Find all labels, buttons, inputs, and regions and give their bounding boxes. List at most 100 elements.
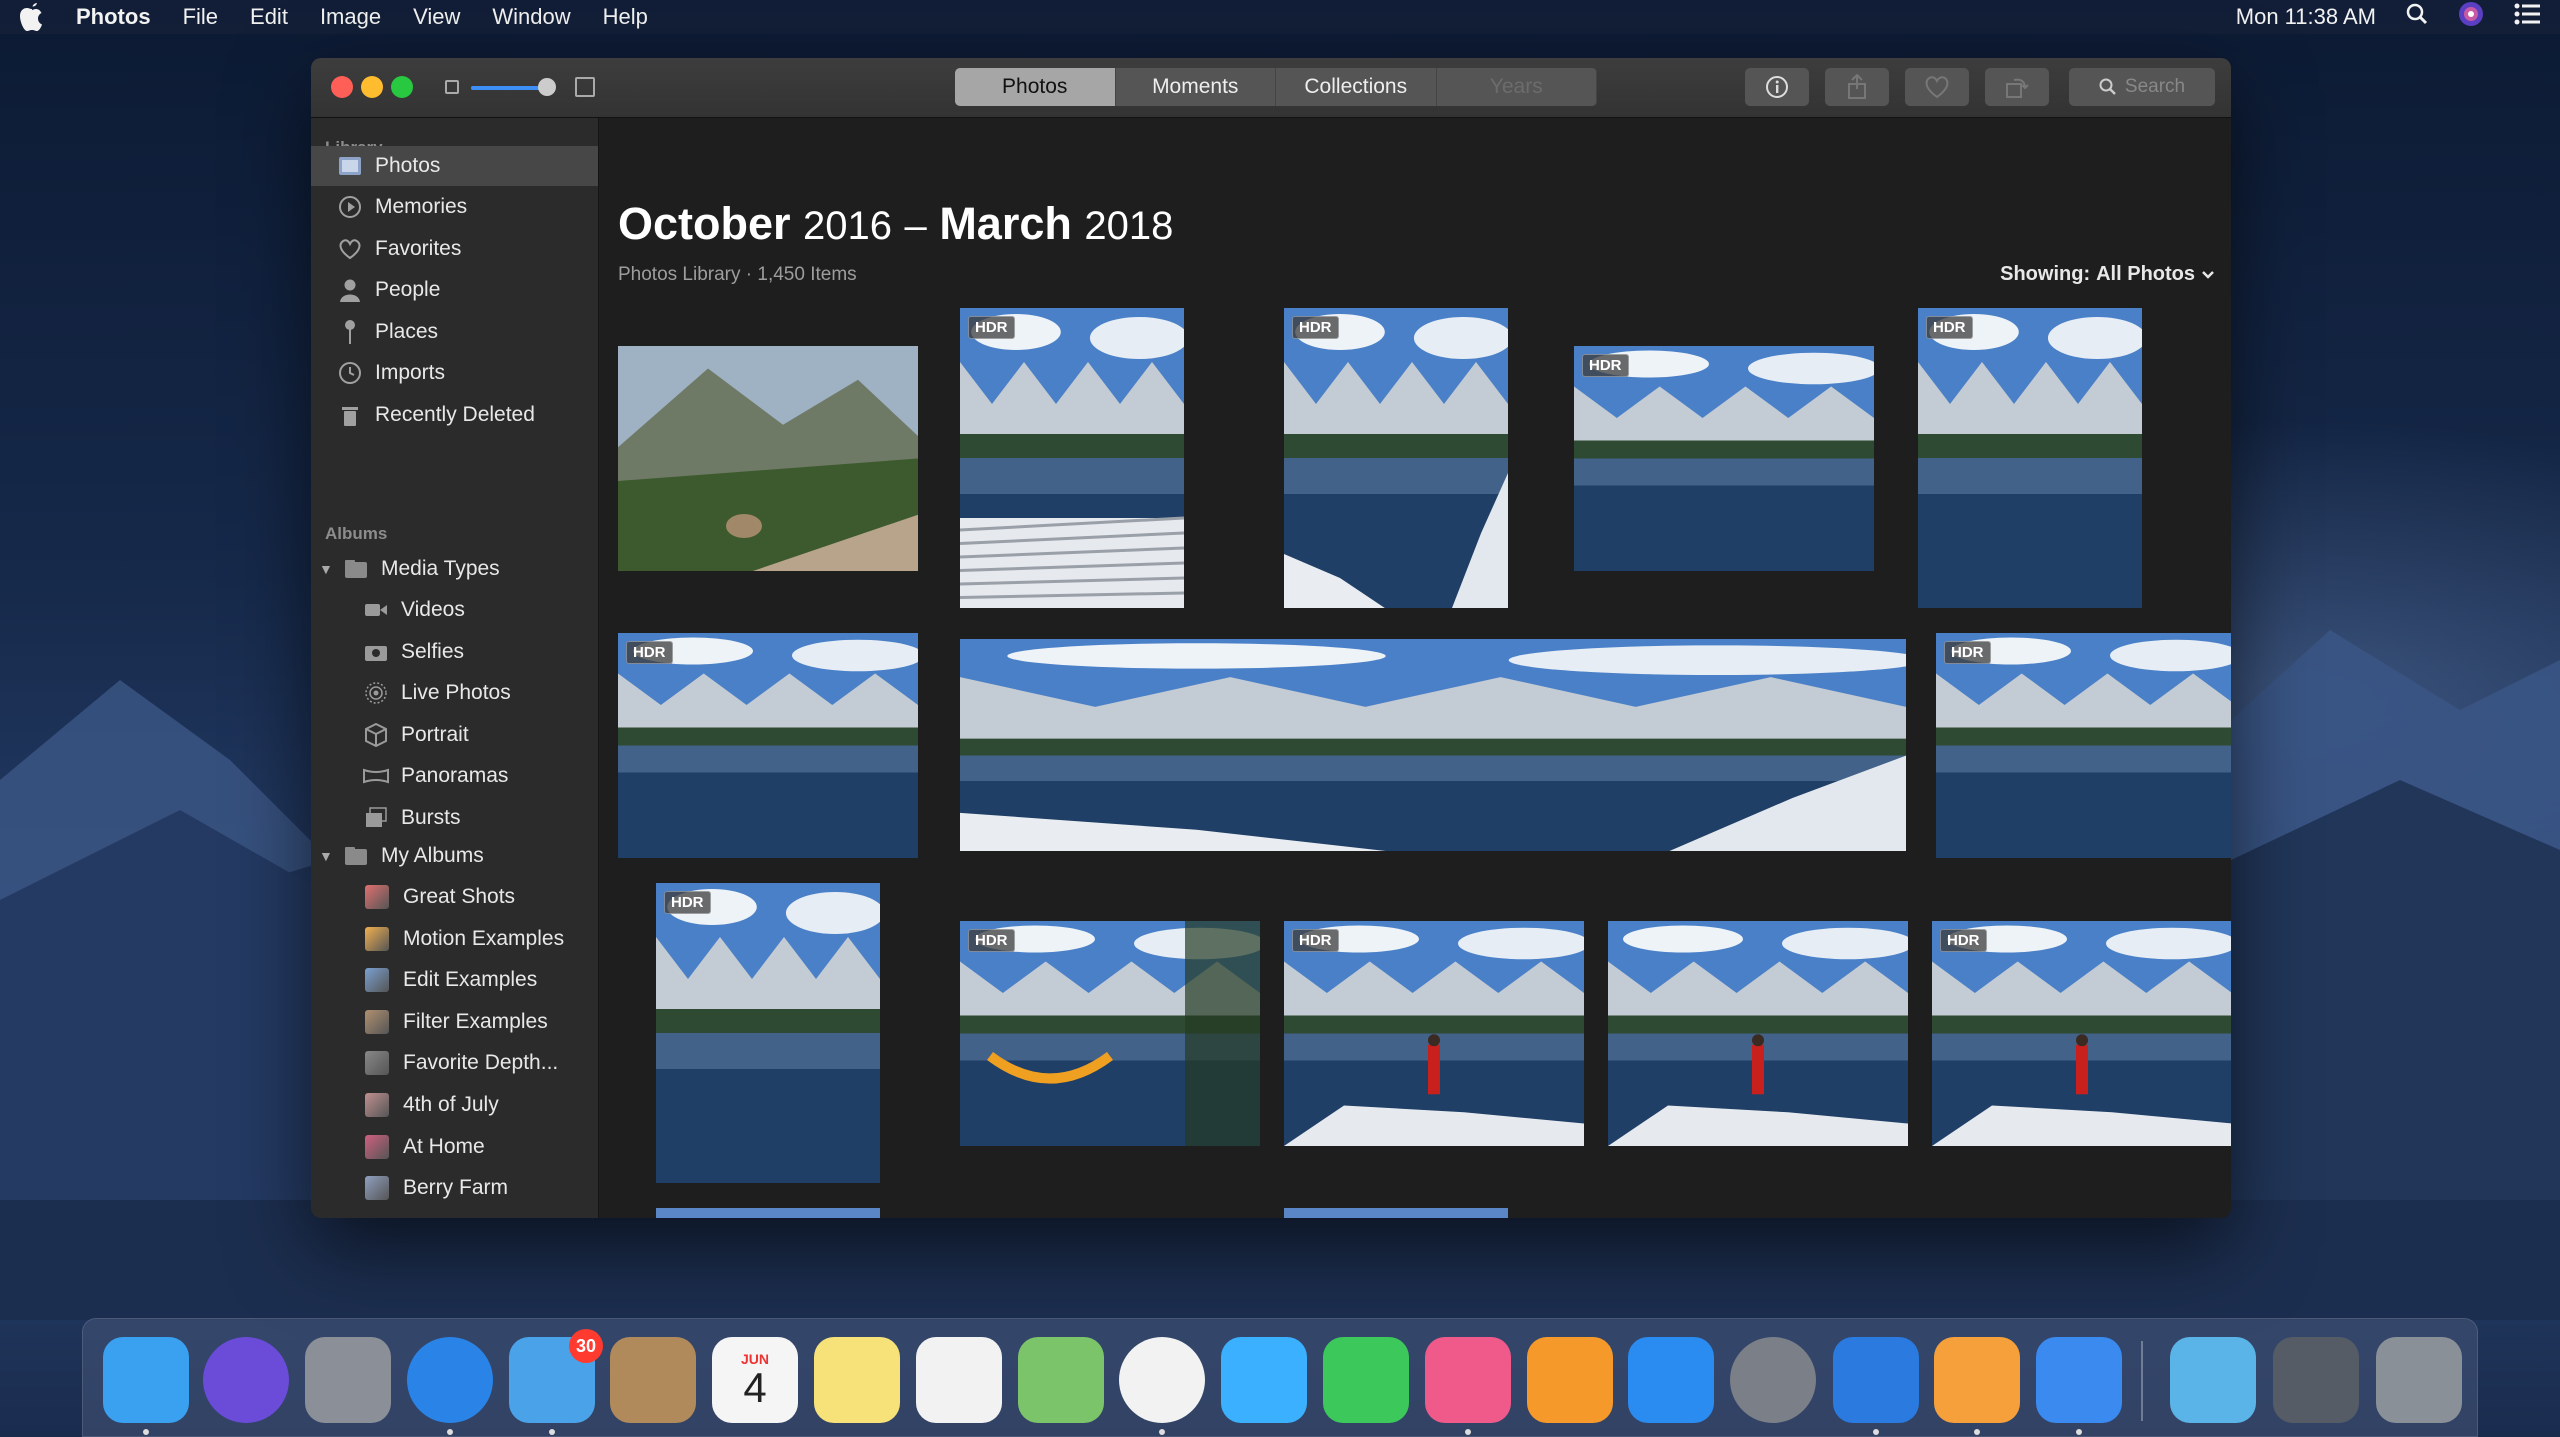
sidebar-item-videos[interactable]: Videos — [311, 590, 598, 630]
sidebar-album-edit-examples[interactable]: Edit Examples — [311, 960, 598, 1000]
sidebar-item-favorites[interactable]: Favorites — [311, 229, 598, 269]
photo-lake-wide-1[interactable]: HDR — [1574, 346, 1874, 571]
photo-person-red-3[interactable]: HDR — [1932, 921, 2231, 1146]
photo-hammock[interactable]: HDR — [960, 921, 1260, 1146]
dock-app-store-icon[interactable] — [1628, 1337, 1714, 1423]
sidebar-album-berry-farm[interactable]: Berry Farm — [311, 1168, 598, 1208]
dock-maps-icon[interactable] — [1018, 1337, 1104, 1423]
search-field[interactable]: Search — [2069, 68, 2215, 106]
sidebar-album-great-shots[interactable]: Great Shots — [311, 877, 598, 917]
sidebar-item-memories[interactable]: Memories — [311, 187, 598, 227]
tab-photos[interactable]: Photos — [955, 68, 1116, 106]
photo-lake-wide-3[interactable]: HDR — [1936, 633, 2231, 858]
dock-xcode-icon[interactable] — [2036, 1337, 2122, 1423]
menu-image[interactable]: Image — [320, 4, 381, 30]
sidebar-item-label: People — [375, 278, 441, 301]
apple-menu-icon[interactable] — [20, 2, 50, 32]
menu-view[interactable]: View — [413, 4, 460, 30]
dock-facetime-icon[interactable] — [1323, 1337, 1409, 1423]
sidebar-item-media-types[interactable]: ▼ Media Types — [311, 549, 598, 589]
menu-edit[interactable]: Edit — [250, 4, 288, 30]
cube-icon — [363, 722, 389, 748]
photo-sky-1[interactable] — [656, 1208, 880, 1218]
dock-safari-icon[interactable] — [407, 1337, 493, 1423]
minimize-button[interactable] — [361, 76, 383, 98]
menu-help[interactable]: Help — [603, 4, 648, 30]
zoom-out-icon[interactable] — [445, 80, 459, 94]
dock-ibooks-icon[interactable] — [1527, 1337, 1613, 1423]
sidebar-item-panoramas[interactable]: Panoramas — [311, 756, 598, 796]
disclosure-triangle-icon[interactable]: ▼ — [319, 848, 335, 864]
rotate-button[interactable] — [1985, 68, 2049, 106]
sidebar-item-my-albums[interactable]: ▼ My Albums — [311, 836, 598, 876]
showing-filter[interactable]: Showing: All Photos — [2000, 263, 2215, 286]
dock-messages-icon[interactable] — [1221, 1337, 1307, 1423]
sidebar-album-motion-examples[interactable]: Motion Examples — [311, 919, 598, 959]
title-end-month: March — [939, 198, 1072, 249]
dock-pages-icon[interactable] — [1934, 1337, 2020, 1423]
sidebar-album-4th-of-july[interactable]: 4th of July — [311, 1085, 598, 1125]
dock: 30 JUN 4 — [82, 1318, 2478, 1437]
zoom-in-icon[interactable] — [575, 77, 595, 97]
dock-system-preferences-icon[interactable] — [1730, 1337, 1816, 1423]
tab-collections[interactable]: Collections — [1276, 68, 1437, 106]
siri-icon[interactable] — [2458, 1, 2484, 33]
fullscreen-button[interactable] — [391, 76, 413, 98]
disclosure-triangle-icon[interactable]: ▼ — [319, 561, 335, 577]
clock-icon — [337, 360, 363, 386]
sidebar-album-favorite-depth[interactable]: Favorite Depth... — [311, 1043, 598, 1083]
photo-deer-valley[interactable] — [618, 346, 918, 571]
dock-finder-icon[interactable] — [103, 1337, 189, 1423]
sidebar-item-selfies[interactable]: Selfies — [311, 632, 598, 672]
notification-center-icon[interactable] — [2514, 3, 2540, 31]
photo-grid-view: October 2016 – March 2018 Photos Library… — [600, 118, 2231, 1218]
menu-app-name[interactable]: Photos — [76, 4, 151, 30]
tab-moments[interactable]: Moments — [1116, 68, 1276, 106]
photo-sky-3[interactable] — [1284, 1208, 1508, 1218]
dock-launchpad-icon[interactable] — [305, 1337, 391, 1423]
sidebar-item-photos[interactable]: Photos — [311, 146, 598, 186]
sidebar-album-coast-trip[interactable]: Coast Trip — [311, 1210, 598, 1218]
photo-lake-wide-2[interactable]: HDR — [618, 633, 918, 858]
tab-years[interactable]: Years — [1437, 68, 1597, 106]
sidebar-item-bursts[interactable]: Bursts — [311, 798, 598, 838]
photo-lake-logs[interactable]: HDR — [960, 308, 1184, 608]
close-button[interactable] — [331, 76, 353, 98]
sidebar-item-live-photos[interactable]: Live Photos — [311, 673, 598, 713]
dock-stack-icon[interactable] — [2273, 1337, 2359, 1423]
dock-itunes-icon[interactable] — [1425, 1337, 1511, 1423]
menu-window[interactable]: Window — [492, 4, 570, 30]
dock-calendar-icon[interactable]: JUN 4 — [712, 1337, 798, 1423]
photo-lake-tall-2[interactable]: HDR — [656, 883, 880, 1183]
zoom-slider-knob[interactable] — [538, 78, 556, 96]
photo-lake-tall-1[interactable]: HDR — [1918, 308, 2142, 608]
dock-notes-icon[interactable] — [814, 1337, 900, 1423]
sidebar-item-people[interactable]: People — [311, 270, 598, 310]
photo-person-red-2[interactable] — [1608, 921, 1908, 1146]
sidebar-item-imports[interactable]: Imports — [311, 353, 598, 393]
share-button[interactable] — [1825, 68, 1889, 106]
clock[interactable]: Mon 11:38 AM — [2236, 4, 2376, 30]
sidebar-album-filter-examples[interactable]: Filter Examples — [311, 1002, 598, 1042]
sidebar-album-at-home[interactable]: At Home — [311, 1127, 598, 1167]
dock-mail-icon[interactable]: 30 — [509, 1329, 603, 1423]
menu-file[interactable]: File — [183, 4, 218, 30]
favorite-button[interactable] — [1905, 68, 1969, 106]
dock-trash-icon[interactable] — [2376, 1337, 2462, 1423]
spotlight-icon[interactable] — [2406, 3, 2428, 31]
dock-contacts-icon[interactable] — [610, 1337, 696, 1423]
dock-reminders-icon[interactable] — [916, 1337, 1002, 1423]
dock-downloads-icon[interactable] — [2170, 1337, 2256, 1423]
sidebar-item-recently-deleted[interactable]: Recently Deleted — [311, 395, 598, 435]
dock-photos-icon[interactable] — [1119, 1337, 1205, 1423]
info-button[interactable] — [1745, 68, 1809, 106]
photo-lake-rocks[interactable]: HDR — [1284, 308, 1508, 608]
sidebar-item-places[interactable]: Places — [311, 312, 598, 352]
sidebar-item-portrait[interactable]: Portrait — [311, 715, 598, 755]
photo-panorama[interactable] — [960, 639, 1906, 851]
showing-value: All Photos — [2096, 263, 2195, 285]
album-thumbnail — [365, 1093, 389, 1117]
dock-keynote-icon[interactable] — [1833, 1337, 1919, 1423]
photo-person-red-1[interactable]: HDR — [1284, 921, 1584, 1146]
dock-siri-icon[interactable] — [203, 1337, 289, 1423]
